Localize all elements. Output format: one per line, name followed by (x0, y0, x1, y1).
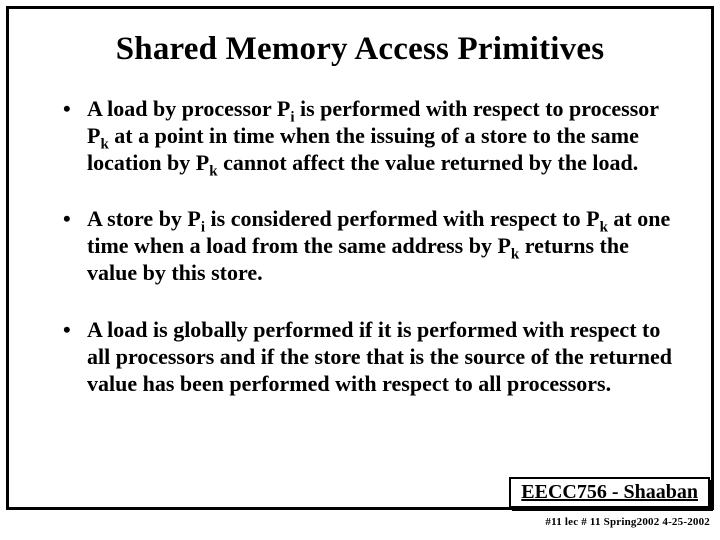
slide-content: A load by processor Pi is performed with… (9, 68, 711, 397)
text: A load is globally performed if it is pe… (87, 317, 672, 396)
text: cannot affect the value returned by the … (218, 150, 639, 175)
slide-frame: Shared Memory Access Primitives A load b… (6, 6, 714, 510)
bullet-1: A load by processor Pi is performed with… (63, 96, 677, 176)
text: A store by P (87, 206, 201, 231)
bullet-3: A load is globally performed if it is pe… (63, 317, 677, 397)
footer-metadata: #11 lec # 11 Spring2002 4-25-2002 (545, 516, 710, 528)
text: A load by processor P (87, 96, 290, 121)
slide-title: Shared Memory Access Primitives (9, 31, 711, 68)
text: is considered performed with respect to … (205, 206, 600, 231)
bullet-2: A store by Pi is considered performed wi… (63, 206, 677, 286)
footer-course-box: EECC756 - Shaaban (509, 477, 710, 508)
subscript: k (511, 247, 519, 263)
subscript: k (209, 163, 217, 179)
